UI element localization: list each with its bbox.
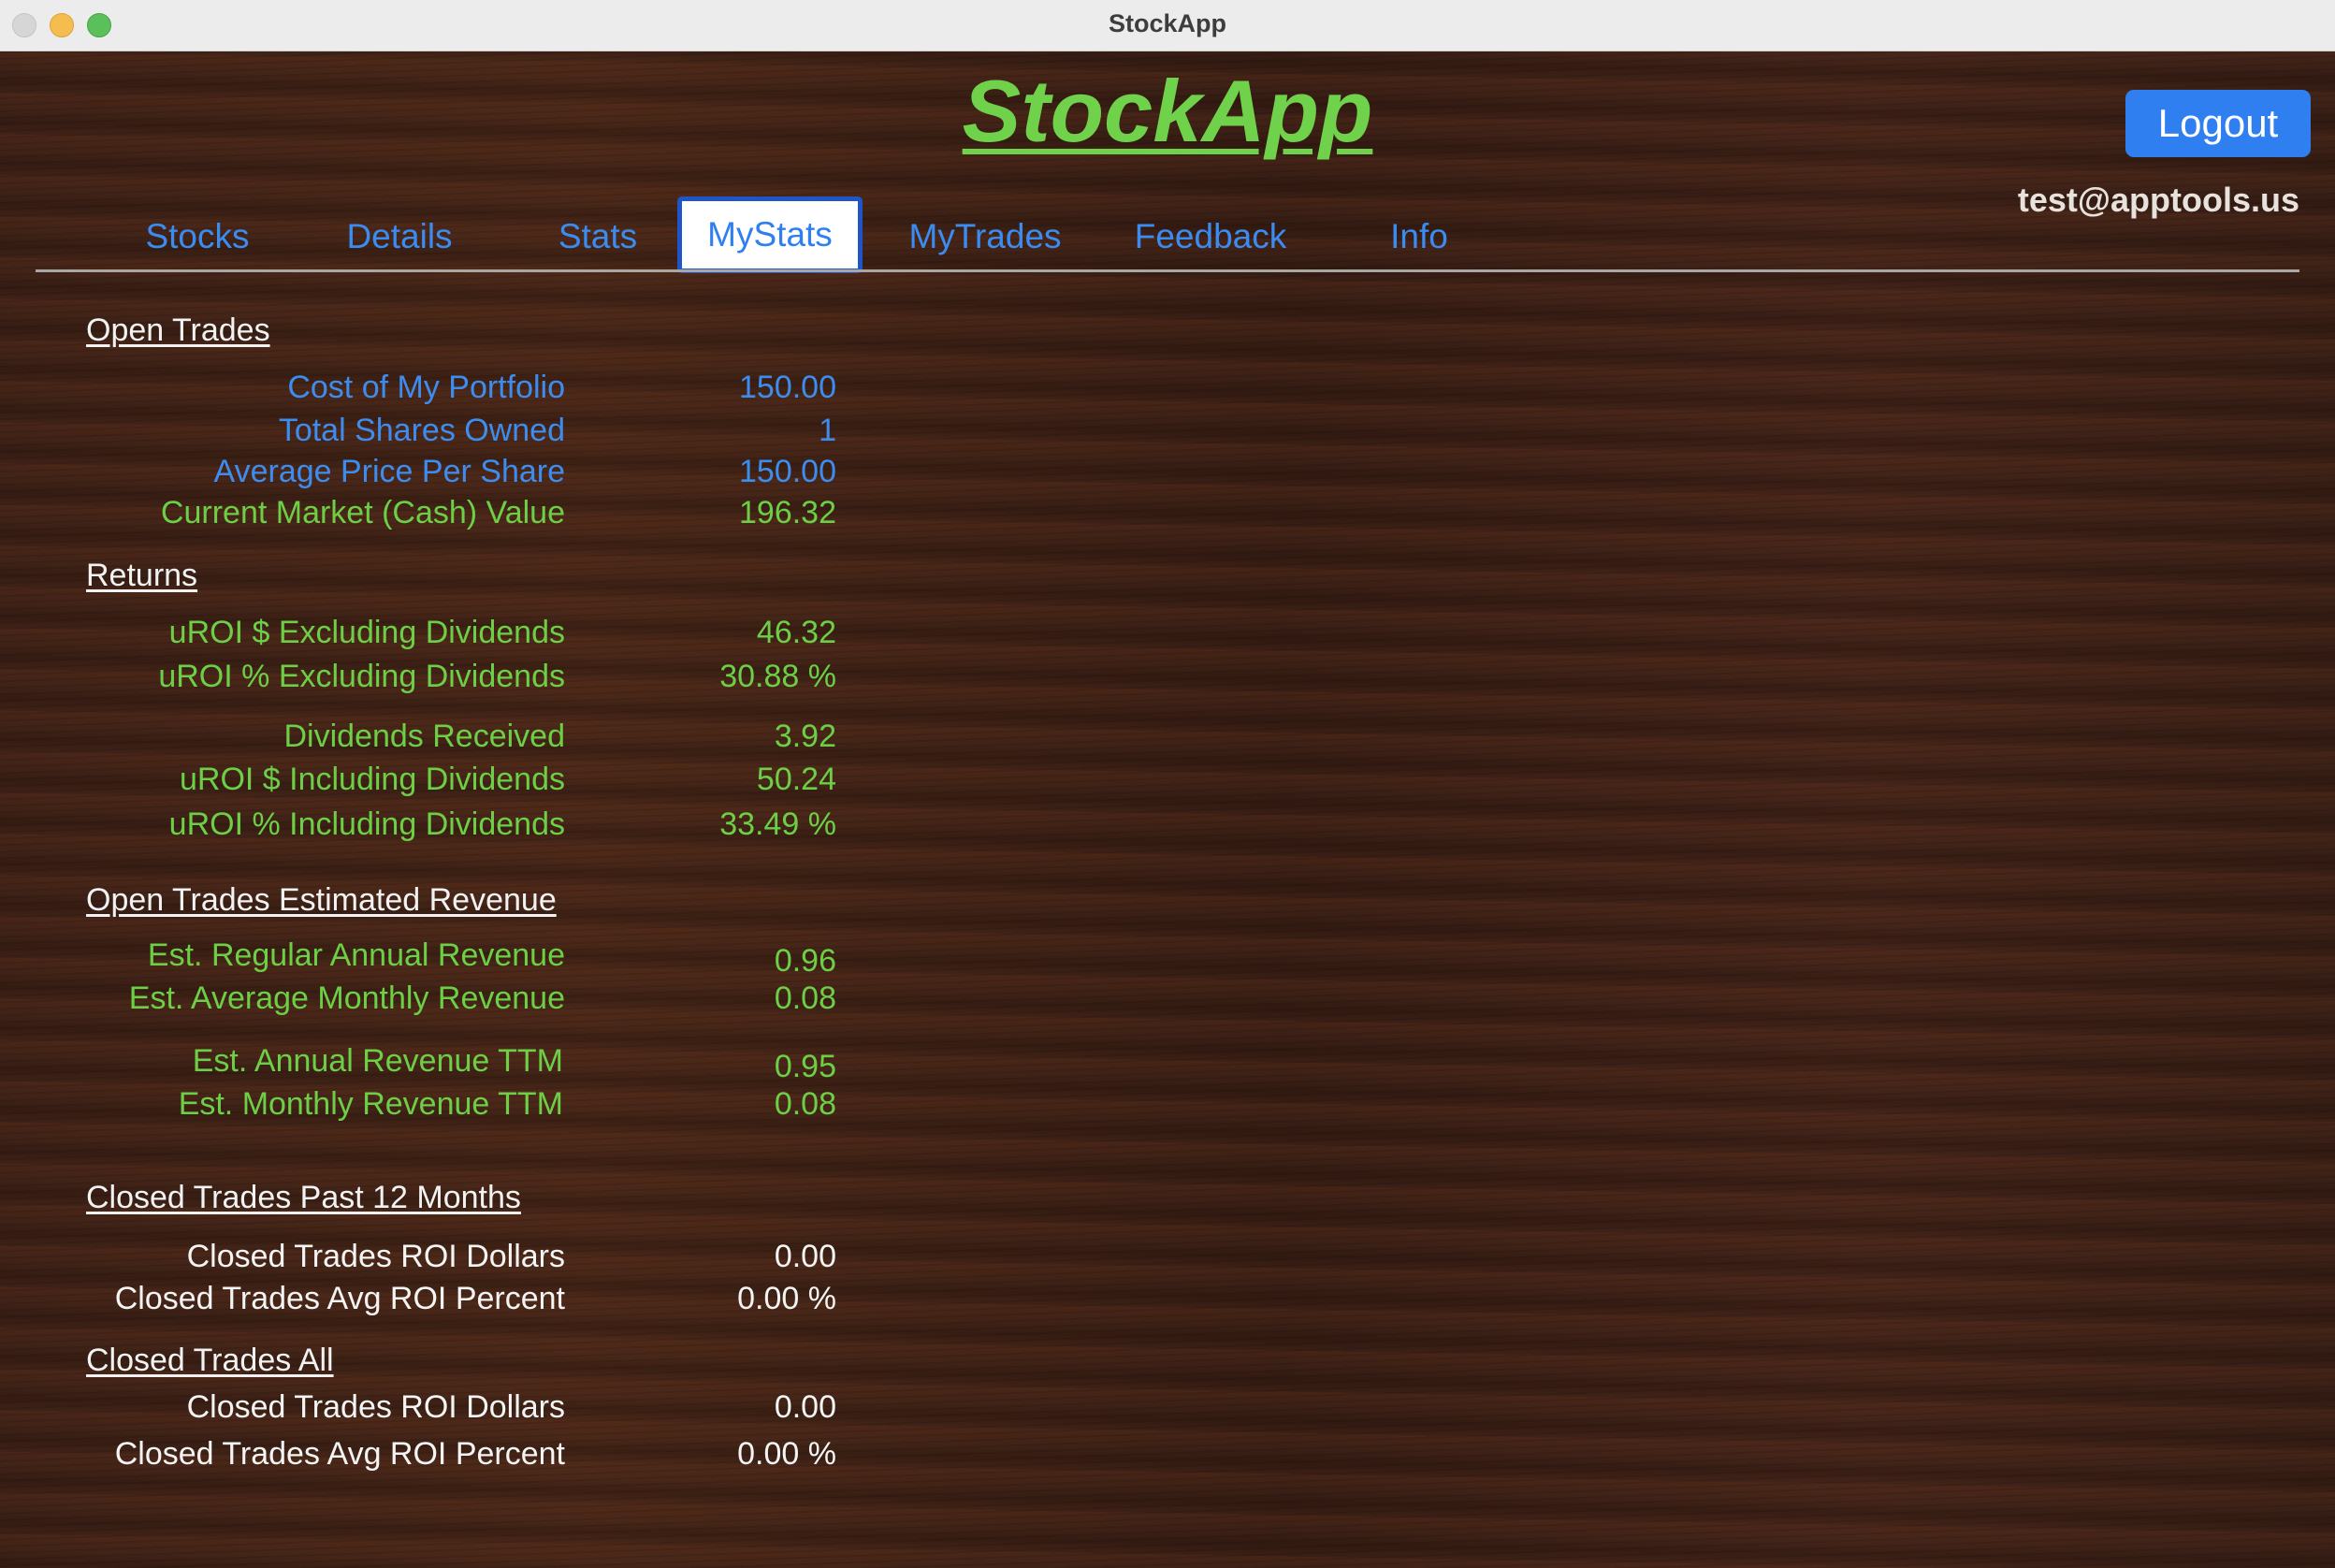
stat-value: 3.92: [774, 719, 836, 754]
title-bar: StockApp: [0, 0, 2335, 51]
tab-bar: Stocks Details Stats MyStats MyTrades Fe…: [36, 145, 2299, 275]
tab-mystats[interactable]: MyStats: [677, 196, 863, 273]
stat-value: 0.00: [774, 1389, 836, 1425]
stat-label: Current Market (Cash) Value: [160, 495, 565, 530]
stat-value: 0.08: [774, 980, 836, 1016]
stat-label: Closed Trades Avg ROI Percent: [114, 1436, 565, 1472]
stat-value: 196.32: [739, 495, 836, 530]
stat-row: Est. Monthly Revenue TTM 0.08: [0, 1086, 842, 1127]
stat-label: uROI $ Excluding Dividends: [168, 615, 565, 650]
stat-label: Est. Regular Annual Revenue: [147, 937, 565, 973]
stat-row: Closed Trades Avg ROI Percent 0.00 %: [0, 1436, 842, 1477]
stat-value: 0.00 %: [737, 1436, 836, 1472]
stat-label: Average Price Per Share: [213, 454, 565, 489]
stat-value: 50.24: [756, 762, 836, 797]
section-estimated-revenue-title: Open Trades Estimated Revenue: [86, 882, 557, 918]
stat-value: 150.00: [739, 454, 836, 489]
stat-value: 0.00: [774, 1239, 836, 1274]
section-open-trades-title: Open Trades: [86, 312, 270, 348]
app-window: StockApp StockApp Logout test@apptools.u…: [0, 0, 2335, 1568]
stat-value: 46.32: [756, 615, 836, 650]
stat-row: Dividends Received 3.92: [0, 719, 842, 760]
tab-details[interactable]: Details: [294, 198, 505, 275]
stat-row: uROI % Excluding Dividends 30.88 %: [0, 659, 842, 700]
section-returns-title: Returns: [86, 558, 198, 593]
stat-label: Closed Trades ROI Dollars: [186, 1239, 565, 1274]
stat-label: Cost of My Portfolio: [287, 370, 565, 405]
stat-value: 0.96: [774, 943, 836, 979]
stat-label: Dividends Received: [283, 719, 566, 754]
tab-stats[interactable]: Stats: [492, 198, 703, 275]
stat-value: 1: [819, 413, 836, 448]
stat-value: 30.88 %: [719, 659, 836, 694]
tab-feedback[interactable]: Feedback: [1070, 198, 1351, 275]
stat-label: Total Shares Owned: [278, 413, 565, 448]
stat-row: Total Shares Owned 1: [0, 413, 842, 454]
stat-row: Est. Regular Annual Revenue 0.96: [0, 937, 842, 979]
stat-value: 0.00 %: [737, 1281, 836, 1316]
stat-label: Closed Trades Avg ROI Percent: [114, 1281, 565, 1316]
stat-row: Est. Average Monthly Revenue 0.08: [0, 980, 842, 1022]
tab-stocks[interactable]: Stocks: [92, 198, 303, 275]
stat-row: Est. Annual Revenue TTM 0.95: [0, 1043, 842, 1084]
window-title: StockApp: [1108, 9, 1226, 37]
stat-row: Closed Trades ROI Dollars 0.00: [0, 1239, 842, 1280]
stat-value: 0.95: [774, 1049, 836, 1084]
stat-value: 150.00: [739, 370, 836, 405]
stat-row: Closed Trades Avg ROI Percent 0.00 %: [0, 1281, 842, 1322]
stat-value: 33.49 %: [719, 806, 836, 842]
stat-row: Cost of My Portfolio 150.00: [0, 370, 842, 411]
stat-label: Closed Trades ROI Dollars: [186, 1389, 565, 1425]
stat-label: uROI % Including Dividends: [168, 806, 565, 842]
section-closed-12m-title: Closed Trades Past 12 Months: [86, 1180, 521, 1215]
stat-row: uROI $ Including Dividends 50.24: [0, 762, 842, 803]
stat-row: uROI % Including Dividends 33.49 %: [0, 806, 842, 848]
stat-label: Est. Monthly Revenue TTM: [178, 1086, 563, 1122]
stat-row: Average Price Per Share 150.00: [0, 454, 842, 495]
stat-label: Est. Annual Revenue TTM: [192, 1043, 563, 1079]
stat-label: uROI $ Including Dividends: [179, 762, 565, 797]
tab-divider: [36, 269, 2299, 272]
section-closed-all-title: Closed Trades All: [86, 1343, 334, 1378]
stat-row: Current Market (Cash) Value 196.32: [0, 495, 842, 536]
stat-row: uROI $ Excluding Dividends 46.32: [0, 615, 842, 656]
stat-label: uROI % Excluding Dividends: [158, 659, 565, 694]
tab-mytrades[interactable]: MyTrades: [879, 198, 1091, 275]
stat-row: Closed Trades ROI Dollars 0.00: [0, 1389, 842, 1430]
stat-label: Est. Average Monthly Revenue: [128, 980, 565, 1016]
stat-value: 0.08: [774, 1086, 836, 1122]
tab-info[interactable]: Info: [1313, 198, 1525, 275]
